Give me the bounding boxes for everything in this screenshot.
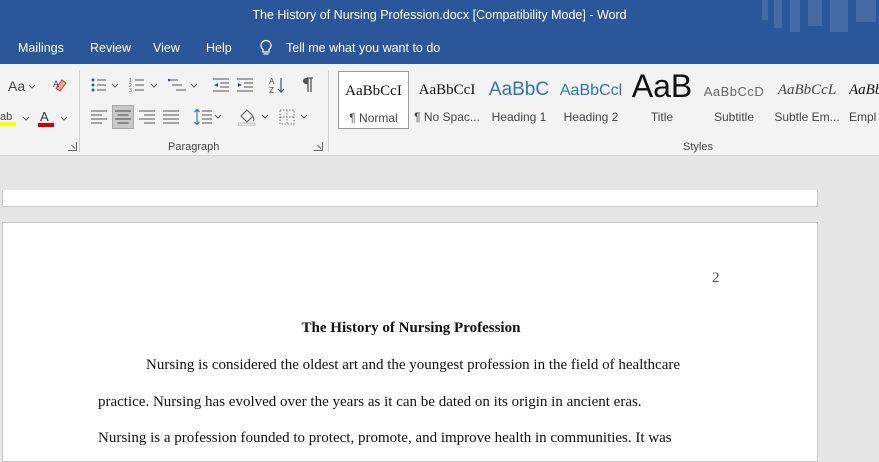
style-preview: AaBbCcD xyxy=(703,84,765,99)
svg-text:A: A xyxy=(40,109,49,124)
style-title[interactable]: AaB Title xyxy=(627,68,697,129)
style-preview: AaBbC xyxy=(488,79,550,100)
align-center-icon xyxy=(115,110,131,124)
chevron-down-icon[interactable] xyxy=(300,114,308,120)
ribbon-tabs: Mailings Review View Help Tell me what y… xyxy=(0,32,879,64)
style-name: ¶ No Spac... xyxy=(414,110,480,124)
tab-help[interactable]: Help xyxy=(206,41,232,55)
group-separator xyxy=(328,70,329,152)
svg-text:A: A xyxy=(53,79,59,89)
chevron-down-icon[interactable] xyxy=(190,83,198,89)
font-dialog-launcher[interactable] xyxy=(68,142,77,151)
numbering-icon[interactable]: 1 2 3 xyxy=(129,77,145,93)
chevron-down-icon[interactable] xyxy=(261,114,269,120)
style-heading-1[interactable]: AaBbC Heading 1 xyxy=(483,71,555,129)
sort-icon[interactable]: A Z xyxy=(269,76,285,94)
previous-page xyxy=(2,190,818,207)
style-subtitle[interactable]: AaBbCcD Subtitle xyxy=(699,71,769,129)
line-spacing-icon[interactable] xyxy=(194,108,212,126)
highlight-color-icon[interactable]: ab xyxy=(0,108,18,128)
document-canvas[interactable]: 2 The History of Nursing Profession Nurs… xyxy=(0,157,879,462)
chevron-down-icon[interactable] xyxy=(214,114,222,120)
svg-text:Z: Z xyxy=(269,86,274,94)
style-emphasis[interactable]: AaBb Empl xyxy=(845,71,879,129)
bullets-icon[interactable] xyxy=(91,77,107,93)
chevron-down-icon[interactable] xyxy=(150,83,158,89)
chevron-down-icon[interactable] xyxy=(28,84,36,90)
style-no-spacing[interactable]: AaBbCcI ¶ No Spac... xyxy=(411,71,483,129)
window-title: The History of Nursing Profession.docx [… xyxy=(252,8,627,22)
style-subtle-emphasis[interactable]: AaBbCcL Subtle Em... xyxy=(771,71,843,129)
paragraph-line: practice. Nursing has evolved over the y… xyxy=(98,394,642,410)
style-name: Title xyxy=(650,110,674,124)
align-left-icon[interactable] xyxy=(91,110,107,124)
paragraph-line: Nursing is considered the oldest art and… xyxy=(146,357,681,373)
style-name: Subtitle xyxy=(713,110,755,124)
tab-review[interactable]: Review xyxy=(90,41,131,55)
style-name: ¶ Normal xyxy=(349,111,398,125)
document-title: The History of Nursing Profession xyxy=(301,320,521,336)
chevron-down-icon[interactable] xyxy=(22,116,30,122)
paragraph-group-label: Paragraph xyxy=(168,141,220,153)
justify-icon[interactable] xyxy=(163,110,179,124)
style-name: Empl xyxy=(849,110,877,124)
group-separator xyxy=(79,70,80,152)
borders-icon[interactable] xyxy=(279,109,295,125)
tab-mailings[interactable]: Mailings xyxy=(18,41,64,55)
svg-text:A: A xyxy=(269,77,275,86)
chevron-down-icon[interactable] xyxy=(60,116,68,122)
decrease-indent-icon[interactable] xyxy=(213,77,229,93)
style-preview: AaBb xyxy=(849,82,879,98)
title-bar: The History of Nursing Profession.docx [… xyxy=(0,0,879,32)
multilevel-list-icon[interactable] xyxy=(168,77,186,93)
document-page[interactable]: 2 The History of Nursing Profession Nurs… xyxy=(2,222,818,462)
increase-indent-icon[interactable] xyxy=(237,77,253,93)
style-heading-2[interactable]: AaBbCcl Heading 2 xyxy=(555,71,627,129)
style-preview: AaB xyxy=(631,68,693,104)
align-center-button[interactable] xyxy=(112,105,134,129)
style-name: Subtle Em... xyxy=(774,110,840,124)
align-right-icon[interactable] xyxy=(139,110,155,124)
show-formatting-marks-icon[interactable] xyxy=(302,77,314,93)
style-name: Heading 2 xyxy=(563,110,619,124)
clear-formatting-icon[interactable]: A xyxy=(52,76,70,94)
tell-me-search[interactable]: Tell me what you want to do xyxy=(286,41,440,55)
ribbon: Aa A ab A 1 2 3 A Z Paragraph AaBbCcI ¶ … xyxy=(0,64,879,156)
style-preview: AaBbCcI xyxy=(418,82,476,98)
styles-group-label: Styles xyxy=(683,141,713,153)
paragraph-line: Nursing is a profession founded to prote… xyxy=(98,430,672,446)
style-normal[interactable]: AaBbCcI ¶ Normal xyxy=(338,71,409,129)
svg-text:ab: ab xyxy=(0,111,12,123)
font-color-icon[interactable]: A xyxy=(37,108,55,128)
change-case-button[interactable]: Aa xyxy=(8,78,25,94)
styles-gallery: AaBbCcI ¶ Normal AaBbCcI ¶ No Spac... Aa… xyxy=(337,68,879,129)
style-preview: AaBbCcL xyxy=(777,82,837,98)
chevron-down-icon[interactable] xyxy=(111,83,119,89)
tab-view[interactable]: View xyxy=(153,41,180,55)
paragraph-dialog-launcher[interactable] xyxy=(314,142,323,151)
shading-icon[interactable] xyxy=(238,108,256,126)
page-number: 2 xyxy=(712,270,720,286)
lightbulb-icon[interactable] xyxy=(258,39,274,57)
style-preview: AaBbCcI xyxy=(345,83,402,99)
style-preview: AaBbCcl xyxy=(559,82,623,99)
svg-text:3: 3 xyxy=(129,88,132,93)
style-name: Heading 1 xyxy=(491,110,547,124)
